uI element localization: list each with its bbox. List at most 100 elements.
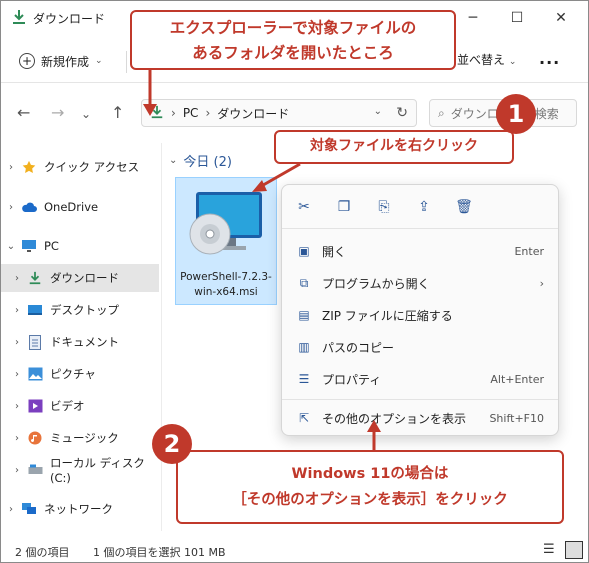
details-view-icon[interactable]: ☰	[543, 542, 561, 558]
menu-separator	[282, 399, 558, 400]
minimize-button[interactable]: ─	[453, 5, 493, 31]
menu-item-copy-path[interactable]: ▥ パスのコピー	[282, 333, 558, 361]
copy-path-icon: ▥	[298, 340, 310, 354]
sidebar-item-label: ピクチャ	[50, 367, 96, 381]
up-arrow-icon[interactable]: ↑	[111, 103, 124, 122]
sidebar-item-documents[interactable]: › ドキュメント	[1, 328, 159, 356]
sidebar-item-network[interactable]: › ネットワーク	[1, 495, 159, 523]
sidebar-item-pc[interactable]: ⌄ PC	[1, 232, 159, 260]
chevron-right-icon[interactable]: ›	[7, 305, 27, 316]
share-icon[interactable]: ⇪	[414, 197, 434, 217]
menu-item-open[interactable]: ▣ 開く Enter	[282, 237, 558, 265]
drive-icon	[27, 462, 43, 478]
desktop-icon	[27, 302, 43, 318]
menu-item-label: その他のオプションを表示	[322, 411, 467, 426]
close-button[interactable]: ✕	[541, 5, 581, 31]
chevron-right-icon[interactable]: ›	[7, 465, 27, 476]
delete-icon[interactable]: 🗑	[454, 197, 474, 217]
selection-info: 1 個の項目を選択 101 MB	[93, 546, 226, 559]
document-icon	[27, 334, 43, 350]
chevron-down-icon: ⌄	[169, 155, 178, 166]
chevron-right-icon[interactable]: ›	[1, 162, 21, 173]
callout-3-line2: ［その他のオプションを表示］をクリック	[232, 492, 508, 508]
maximize-button[interactable]: ☐	[497, 5, 537, 31]
download-folder-icon	[11, 9, 27, 25]
address-dropdown-icon[interactable]: ⌄	[374, 106, 382, 117]
sidebar-item-quick-access[interactable]: › クイック アクセス	[1, 153, 159, 181]
file-name-line2: win-x64.msi	[194, 286, 258, 298]
file-item-powershell-msi[interactable]: PowerShell-7.2.3- win-x64.msi	[175, 177, 277, 305]
window-title: ダウンロード	[33, 12, 106, 26]
chevron-right-icon[interactable]: ›	[7, 369, 27, 380]
sidebar-item-label: ローカル ディスク (C:)	[50, 456, 145, 485]
breadcrumb-pc[interactable]: PC	[183, 106, 199, 120]
sidebar-item-onedrive[interactable]: › OneDrive	[1, 193, 159, 221]
chevron-down-icon: ⌄	[508, 57, 517, 67]
recent-locations-icon[interactable]: ⌄	[81, 107, 91, 121]
file-name: PowerShell-7.2.3- win-x64.msi	[176, 270, 276, 300]
chevron-down-icon[interactable]: ⌄	[1, 241, 21, 252]
chevron-right-icon[interactable]: ›	[7, 433, 27, 444]
monitor-icon	[21, 238, 37, 254]
chevron-right-icon[interactable]: ›	[7, 273, 27, 284]
annotation-callout-3: Windows 11の場合は ［その他のオプションを表示］をクリック	[176, 450, 564, 524]
copy-icon[interactable]: ❐	[334, 197, 354, 217]
item-count: 2 個の項目	[15, 546, 70, 559]
annotation-callout-2: 対象ファイルを右クリック	[274, 130, 514, 164]
refresh-icon[interactable]: ↻	[396, 105, 408, 121]
back-arrow-icon[interactable]: ←	[17, 103, 30, 122]
sidebar-item-downloads[interactable]: › ダウンロード	[1, 264, 159, 292]
context-quick-actions: ✂ ❐ ⎘ ⇪ 🗑	[282, 185, 558, 229]
step-badge-1: 1	[496, 94, 536, 134]
sidebar-item-label: ミュージック	[50, 431, 119, 445]
menu-item-show-more-options[interactable]: ⇱ その他のオプションを表示 Shift+F10	[282, 404, 558, 432]
more-button[interactable]: ...	[539, 49, 560, 68]
menu-item-compress-zip[interactable]: ▤ ZIP ファイルに圧縮する	[282, 301, 558, 329]
star-icon	[21, 159, 37, 175]
rename-icon[interactable]: ⎘	[374, 197, 394, 217]
forward-arrow-icon[interactable]: →	[51, 103, 64, 122]
sidebar-item-label: デスクトップ	[50, 303, 119, 317]
sidebar-item-pictures[interactable]: › ピクチャ	[1, 360, 159, 388]
chevron-right-icon[interactable]: ›	[7, 401, 27, 412]
sidebar-item-label: ネットワーク	[44, 502, 113, 516]
sort-button-label: 並べ替え	[457, 53, 506, 67]
menu-item-shortcut: Enter	[514, 244, 544, 258]
open-with-icon: ⧉	[299, 275, 309, 290]
sort-button[interactable]: 並べ替え ⌄	[457, 51, 516, 68]
chevron-right-icon: ›	[205, 106, 211, 120]
new-button[interactable]: + 新規作成 ⌄	[15, 48, 113, 74]
cut-icon[interactable]: ✂	[294, 197, 314, 217]
chevron-right-icon: ›	[171, 106, 176, 120]
music-icon	[27, 430, 43, 446]
menu-item-label: プログラムから開く	[322, 276, 430, 291]
sidebar-item-label: ビデオ	[50, 399, 85, 413]
video-icon	[27, 398, 43, 414]
menu-item-properties[interactable]: ☰ プロパティ Alt+Enter	[282, 365, 558, 393]
sidebar-item-videos[interactable]: › ビデオ	[1, 392, 159, 420]
tiles-view-icon[interactable]	[565, 541, 583, 559]
status-bar: 2 個の項目 1 個の項目を選択 101 MB ☰	[1, 539, 588, 562]
step-badge-2: 2	[152, 424, 192, 464]
breadcrumb-downloads[interactable]: ダウンロード	[217, 105, 289, 122]
chevron-right-icon[interactable]: ›	[1, 504, 21, 515]
menu-item-label: 開く	[322, 244, 347, 259]
menu-item-shortcut: Alt+Enter	[490, 372, 544, 386]
group-header-today[interactable]: ⌄ 今日 (2)	[169, 151, 232, 170]
sidebar-item-local-disk[interactable]: › ローカル ディスク (C:)	[1, 456, 159, 485]
sidebar-item-music[interactable]: › ミュージック	[1, 424, 159, 452]
more-options-icon: ⇱	[298, 411, 310, 425]
sidebar-item-desktop[interactable]: › デスクトップ	[1, 296, 159, 324]
new-button-label: 新規作成	[41, 54, 90, 69]
callout-3-line1: Windows 11の場合は	[291, 466, 449, 482]
annotation-callout-1: エクスプローラーで対象ファイルの あるフォルダを開いたところ	[130, 10, 456, 70]
toolbar-divider	[126, 51, 127, 73]
chevron-right-icon[interactable]: ›	[7, 337, 27, 348]
menu-item-open-with[interactable]: ⧉ プログラムから開く ›	[282, 269, 558, 297]
network-icon	[21, 501, 37, 517]
address-bar[interactable]: › PC › ダウンロード ⌄ ↻	[141, 99, 417, 127]
pane-divider	[161, 143, 162, 531]
plus-icon: +	[19, 53, 35, 69]
menu-item-label: ZIP ファイルに圧縮する	[322, 308, 453, 323]
chevron-right-icon[interactable]: ›	[1, 202, 21, 213]
